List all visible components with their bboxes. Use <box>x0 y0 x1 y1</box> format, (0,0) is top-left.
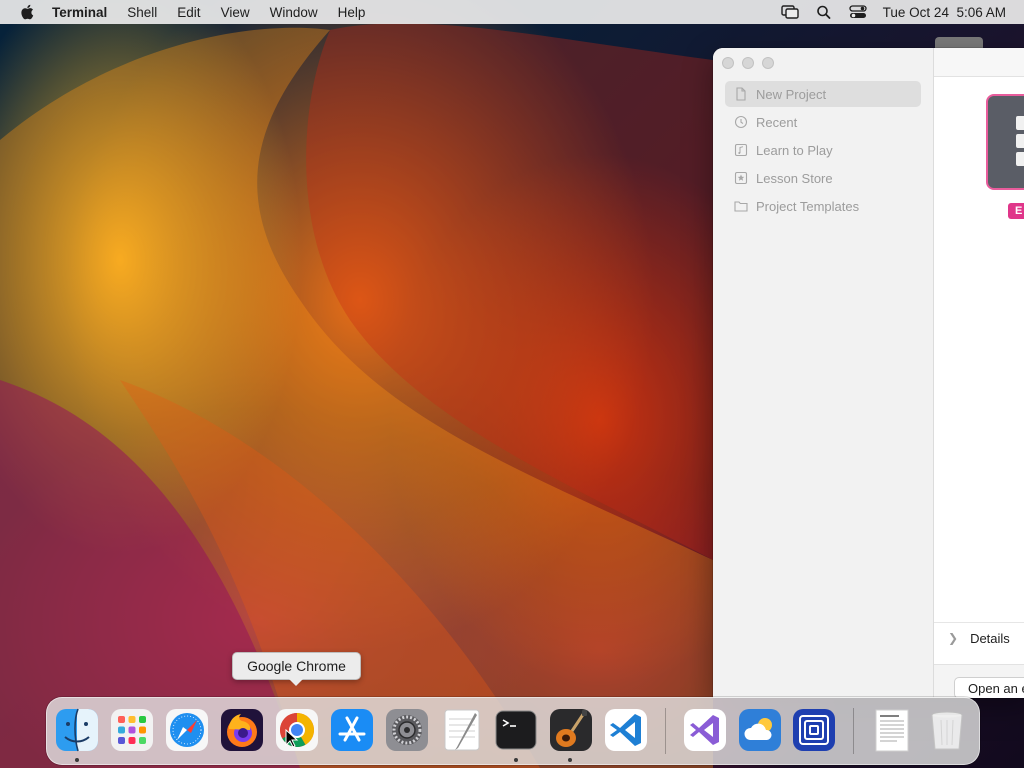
dialog-toolbar <box>934 48 1024 77</box>
dock-running-indicator <box>75 758 79 762</box>
sidebar-item-learn-to-play[interactable]: Learn to Play <box>725 137 921 163</box>
details-label: Details <box>970 630 1010 646</box>
dock-layers-app[interactable] <box>791 707 837 753</box>
app-store-icon <box>331 709 373 751</box>
chevron-right-icon: ❯ <box>948 631 959 645</box>
dock-firefox[interactable] <box>219 707 265 753</box>
safari-compass-icon <box>166 709 208 751</box>
document-icon <box>736 87 746 101</box>
textedit-icon <box>444 709 480 751</box>
template-track-bar <box>1016 116 1024 130</box>
dialog-bottom-bar: Open an e <box>934 664 1024 698</box>
control-center-icon[interactable] <box>849 5 867 19</box>
music-note-icon <box>734 143 748 157</box>
menu-app-name[interactable]: Terminal <box>52 5 107 20</box>
menu-window[interactable]: Window <box>270 5 318 20</box>
template-track-bar <box>1016 134 1024 148</box>
minimize-window-button[interactable] <box>742 57 754 69</box>
dock-running-indicator <box>514 758 518 762</box>
sidebar-item-label: New Project <box>756 86 827 102</box>
zoom-window-button[interactable] <box>762 57 774 69</box>
firefox-icon <box>221 709 263 751</box>
mouse-cursor-icon <box>285 729 299 748</box>
open-existing-project-button[interactable]: Open an e <box>954 677 1024 698</box>
dock-garageband[interactable] <box>548 707 594 753</box>
menu-edit[interactable]: Edit <box>177 5 200 20</box>
dock-safari[interactable] <box>164 707 210 753</box>
dock-separator <box>665 708 666 754</box>
dock <box>46 697 980 765</box>
menu-help[interactable]: Help <box>338 5 366 20</box>
dock-visual-studio[interactable] <box>682 707 728 753</box>
screen-mirroring-icon[interactable] <box>780 5 799 19</box>
gear-icon <box>386 709 428 751</box>
dock-launchpad[interactable] <box>109 707 155 753</box>
dock-system-settings[interactable] <box>384 707 430 753</box>
dock-terminal[interactable] <box>493 707 539 753</box>
sidebar-item-label: Recent <box>756 114 798 130</box>
dock-separator <box>853 708 854 754</box>
folder-icon <box>734 201 748 212</box>
sidebar-item-lesson-store[interactable]: Lesson Store <box>725 165 921 191</box>
spotlight-search-icon[interactable] <box>815 5 833 19</box>
project-template-thumbnail[interactable] <box>986 94 1024 190</box>
finder-icon <box>56 708 98 752</box>
clock-icon <box>734 115 748 129</box>
sidebar-item-label: Lesson Store <box>756 170 833 186</box>
apple-logo-icon[interactable] <box>20 4 34 20</box>
dock-recent-document[interactable] <box>869 707 915 753</box>
template-track-bar <box>1016 152 1024 166</box>
details-disclosure[interactable]: ❯ Details <box>934 622 1024 653</box>
dialog-sidebar: New Project Recent Learn to Play Lesson … <box>713 48 934 698</box>
sidebar-item-label: Learn to Play <box>756 142 833 158</box>
concentric-squares-icon <box>793 709 835 751</box>
sidebar-item-recent[interactable]: Recent <box>725 109 921 135</box>
template-badge: E <box>1008 203 1024 219</box>
vscode-icon <box>605 709 647 751</box>
dock-trash[interactable] <box>924 707 970 753</box>
launchpad-grid-icon <box>111 709 153 751</box>
document-thumbnail-icon <box>875 709 909 752</box>
dock-tooltip: Google Chrome <box>232 652 361 686</box>
trash-icon <box>931 711 963 750</box>
dock-app-store[interactable] <box>329 707 375 753</box>
dialog-content: E ❯ Details Open an e <box>934 48 1024 698</box>
menu-shell[interactable]: Shell <box>127 5 157 20</box>
close-window-button[interactable] <box>722 57 734 69</box>
dock-running-indicator <box>568 758 572 762</box>
new-project-dialog: New Project Recent Learn to Play Lesson … <box>713 48 1024 698</box>
menu-clock[interactable]: Tue Oct 24 5:06 AM <box>883 5 1006 20</box>
cloud-sun-icon <box>739 709 781 751</box>
sidebar-item-label: Project Templates <box>756 198 860 214</box>
dock-finder[interactable] <box>54 707 100 753</box>
terminal-icon <box>495 710 537 750</box>
menu-bar: Terminal Shell Edit View Window Help Tue… <box>0 0 1024 24</box>
sidebar-item-project-templates[interactable]: Project Templates <box>725 193 921 219</box>
menu-view[interactable]: View <box>221 5 250 20</box>
dock-cloud-app[interactable] <box>737 707 783 753</box>
visual-studio-icon <box>684 709 726 751</box>
dock-textedit[interactable] <box>439 707 485 753</box>
dock-visual-studio-code[interactable] <box>603 707 649 753</box>
sidebar-item-new-project[interactable]: New Project <box>725 81 921 107</box>
guitar-icon <box>550 709 592 751</box>
star-icon <box>734 171 748 185</box>
